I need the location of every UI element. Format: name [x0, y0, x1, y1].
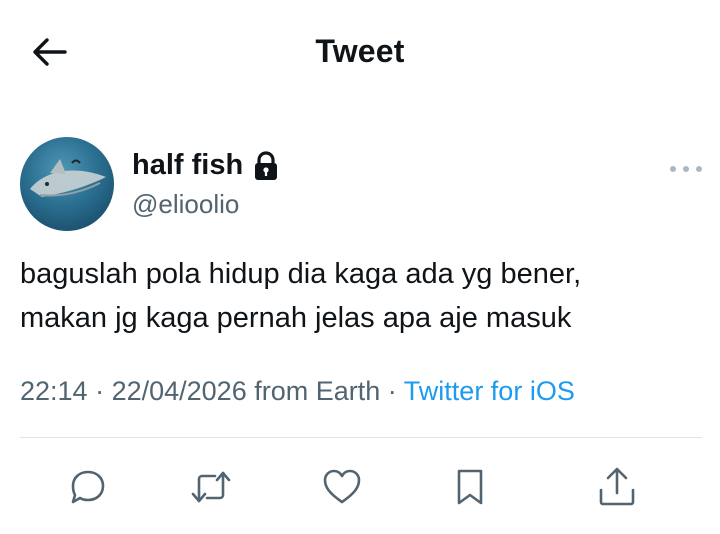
more-icon[interactable]	[670, 161, 702, 177]
like-icon	[323, 469, 361, 504]
author-handle[interactable]: @elioolio	[132, 189, 239, 220]
like-button[interactable]	[317, 462, 367, 512]
tweet-source-link[interactable]: Twitter for iOS	[404, 376, 575, 406]
tweet-location: from Earth	[254, 376, 381, 406]
bookmark-button[interactable]	[445, 462, 495, 512]
retweet-button[interactable]	[186, 462, 236, 512]
shark-avatar-image	[30, 159, 106, 197]
share-button[interactable]	[592, 462, 642, 512]
tweet-text-line: baguslah pola hidup dia kaga ada yg bene…	[20, 258, 582, 290]
page-title: Tweet	[315, 33, 405, 69]
tweet-date: 22/04/2026	[111, 376, 247, 406]
top-bar: Tweet	[0, 0, 720, 104]
tweet-time: 22:14	[20, 376, 88, 406]
bookmark-icon	[457, 469, 483, 505]
retweet-icon	[191, 471, 231, 503]
tweet-text-line: makan jg kaga pernah jelas apa aje masuk	[20, 302, 572, 334]
tweet-author: half fish @elioolio	[20, 137, 702, 237]
reply-button[interactable]	[63, 462, 113, 512]
author-name: half fish	[132, 149, 244, 181]
author-name-row[interactable]: half fish	[132, 149, 279, 182]
tweet-text: baguslah pola hidup dia kaga ada yg bene…	[20, 252, 700, 340]
reply-icon	[71, 470, 105, 504]
lock-icon	[253, 150, 279, 181]
action-bar	[0, 462, 720, 512]
tweet-metadata: 22:14 · 22/04/2026 from Earth · Twitter …	[20, 376, 575, 406]
share-icon	[599, 467, 635, 506]
avatar[interactable]	[20, 137, 114, 231]
divider	[20, 437, 702, 438]
